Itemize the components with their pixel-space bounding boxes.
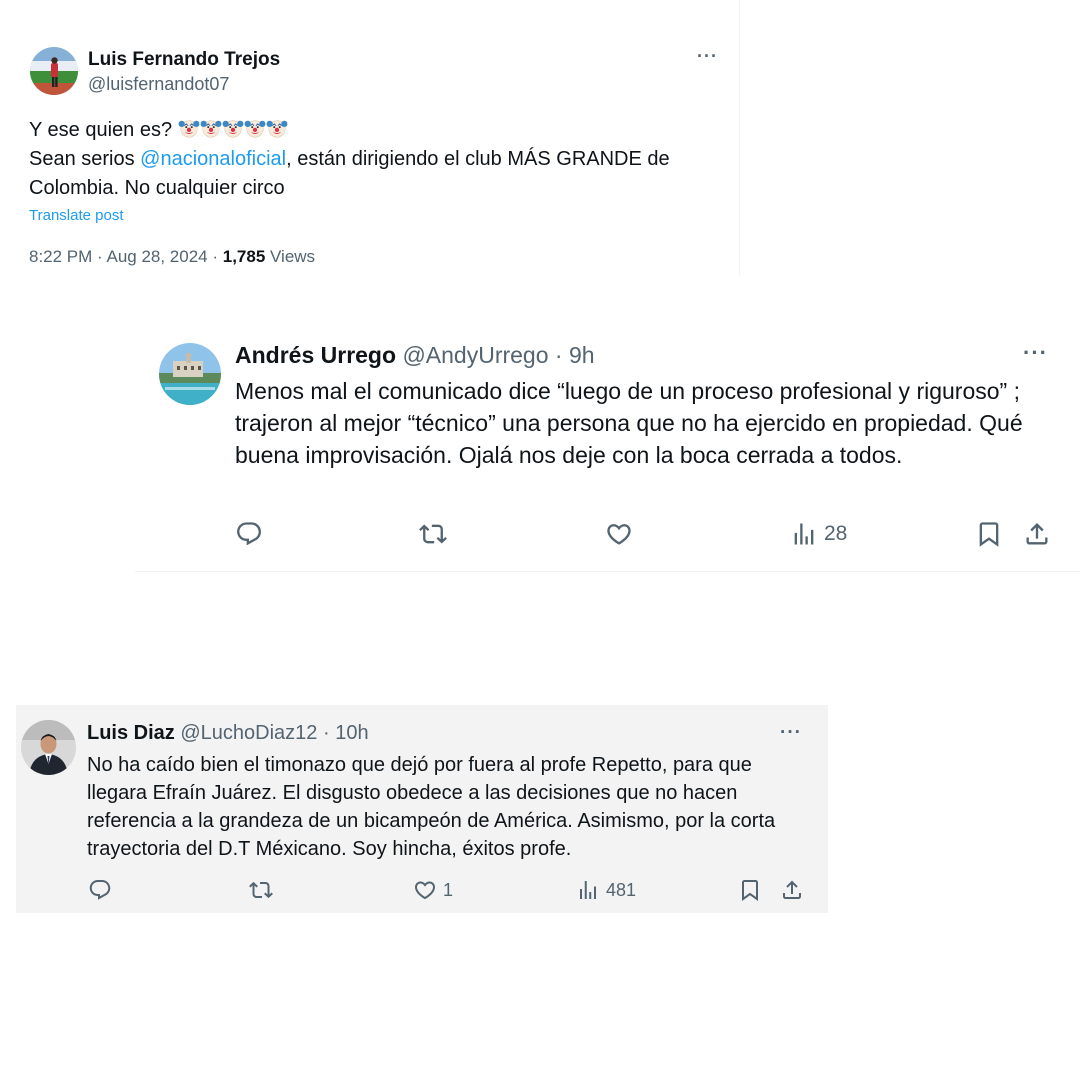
share-icon bbox=[780, 878, 804, 902]
repost-icon bbox=[249, 878, 273, 902]
views-count: 28 bbox=[824, 522, 848, 545]
like-icon bbox=[413, 878, 437, 902]
reply-tweet-andres[interactable]: Andrés Urrego @AndyUrrego · 9h ··· Menos… bbox=[135, 330, 1080, 572]
avatar[interactable] bbox=[21, 720, 76, 775]
views-icon bbox=[790, 520, 818, 548]
views-count[interactable]: 1,785 bbox=[223, 247, 266, 266]
like-button[interactable]: 1 bbox=[413, 878, 453, 902]
share-icon bbox=[1023, 520, 1051, 548]
tweet-meta: 8:22 PM · Aug 28, 2024 · 1,785 Views bbox=[29, 247, 315, 267]
tweet-text: Y ese quien es? Sean serios @nacionalofi… bbox=[29, 116, 729, 203]
author-name[interactable]: Luis Diaz bbox=[87, 722, 175, 744]
views-count: 481 bbox=[606, 879, 637, 900]
action-bar: 28 bbox=[235, 520, 1055, 554]
avatar-image bbox=[30, 47, 78, 95]
share-button[interactable] bbox=[780, 878, 804, 902]
like-button[interactable] bbox=[605, 520, 633, 548]
author-handle[interactable]: @luisfernandot07 bbox=[88, 74, 229, 95]
tweet-text-line-1-text: Y ese quien es? bbox=[29, 119, 173, 141]
more-options-icon[interactable]: ··· bbox=[780, 722, 802, 744]
action-bar: 1 481 bbox=[88, 878, 808, 906]
timestamp[interactable]: 8:22 PM · Aug 28, 2024 · bbox=[29, 247, 223, 266]
views-label: Views bbox=[265, 247, 316, 266]
tweet-text-line-1: Y ese quien es? bbox=[29, 116, 729, 145]
repost-button[interactable] bbox=[419, 520, 447, 548]
tweet-text: Menos mal el comunicado dice “luego de u… bbox=[235, 378, 1023, 468]
author-handle[interactable]: @LuchoDiaz12 bbox=[180, 722, 317, 744]
post-time[interactable]: · 9h bbox=[549, 342, 595, 368]
reply-icon bbox=[88, 878, 112, 902]
post-time[interactable]: · 10h bbox=[317, 722, 369, 744]
repost-button[interactable] bbox=[249, 878, 273, 902]
more-options-icon[interactable]: ··· bbox=[1023, 340, 1048, 366]
reply-header: Luis Diaz @LuchoDiaz12 · 10h bbox=[87, 722, 369, 745]
reply-icon bbox=[235, 520, 263, 548]
avatar-image bbox=[159, 343, 221, 405]
translate-post-link[interactable]: Translate post bbox=[29, 207, 124, 224]
reply-button[interactable] bbox=[235, 520, 263, 548]
tweet-text-line-2: Sean serios @nacionaloficial, están diri… bbox=[29, 145, 729, 203]
avatar[interactable] bbox=[159, 343, 221, 405]
bookmark-icon bbox=[738, 878, 762, 902]
avatar-image bbox=[21, 720, 76, 775]
main-tweet[interactable]: Luis Fernando Trejos @luisfernandot07 ··… bbox=[0, 0, 740, 275]
bookmark-button[interactable] bbox=[975, 520, 1003, 548]
likes-count: 1 bbox=[443, 879, 454, 900]
reply-tweet-luis-diaz[interactable]: Luis Diaz @LuchoDiaz12 · 10h ··· No ha c… bbox=[16, 705, 828, 913]
mention-link[interactable]: @nacionaloficial bbox=[140, 148, 286, 170]
clown-emoji-icon bbox=[200, 117, 222, 139]
like-icon bbox=[605, 520, 633, 548]
avatar[interactable] bbox=[30, 47, 78, 95]
tweet-text: No ha caído bien el timonazo que dejó po… bbox=[87, 754, 776, 860]
share-button[interactable] bbox=[1023, 520, 1051, 548]
views-button[interactable]: 481 bbox=[576, 878, 636, 902]
clown-emoji-icon bbox=[244, 117, 266, 139]
clown-emoji-group bbox=[178, 119, 288, 141]
clown-emoji-icon bbox=[266, 117, 288, 139]
tweet-text-pre: Sean serios bbox=[29, 148, 141, 170]
bookmark-button[interactable] bbox=[738, 878, 762, 902]
more-options-icon[interactable]: ··· bbox=[697, 46, 718, 67]
views-button[interactable]: 28 bbox=[790, 520, 847, 548]
author-name[interactable]: Andrés Urrego bbox=[235, 342, 396, 368]
views-icon bbox=[576, 878, 600, 902]
clown-emoji-icon bbox=[178, 117, 200, 139]
clown-emoji-icon bbox=[222, 117, 244, 139]
author-handle[interactable]: @AndyUrrego bbox=[402, 342, 548, 368]
reply-header: Andrés Urrego @AndyUrrego · 9h bbox=[235, 342, 595, 369]
repost-icon bbox=[419, 520, 447, 548]
reply-button[interactable] bbox=[88, 878, 112, 902]
bookmark-icon bbox=[975, 520, 1003, 548]
author-name[interactable]: Luis Fernando Trejos bbox=[88, 49, 280, 71]
